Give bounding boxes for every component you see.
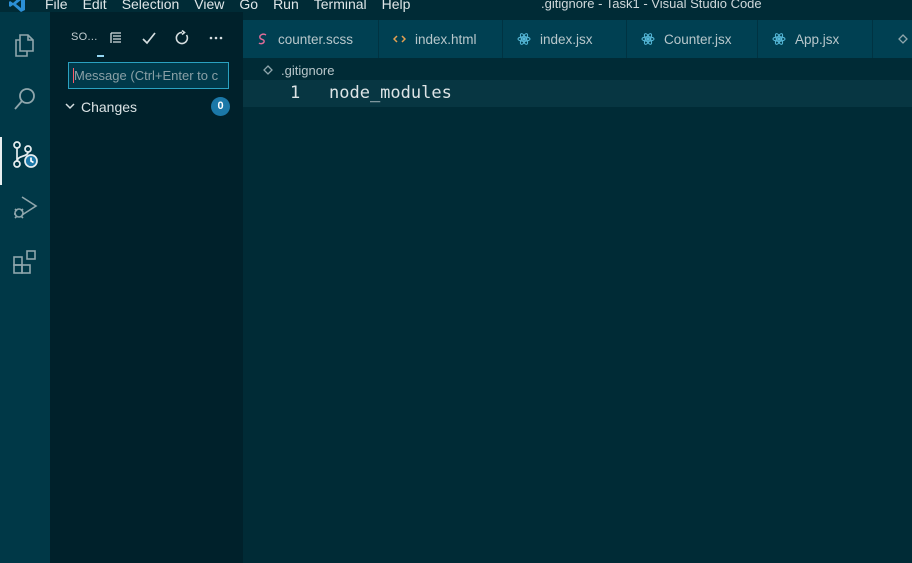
tab-index-html[interactable]: index.html: [379, 20, 503, 58]
code-editor[interactable]: 1 node_modules: [243, 80, 912, 563]
tab-label: App.jsx: [795, 31, 840, 47]
activity-extensions[interactable]: [0, 242, 50, 282]
menu-go[interactable]: Go: [239, 0, 258, 12]
commit-button[interactable]: [138, 27, 160, 49]
extensions-icon: [13, 250, 36, 274]
view-as-tree-button[interactable]: [105, 27, 127, 49]
current-line-highlight: 1 node_modules: [243, 80, 912, 107]
ellipsis-icon: [209, 36, 223, 40]
tab-label: index.html: [415, 31, 477, 47]
changes-label: Changes: [81, 99, 138, 115]
refresh-button[interactable]: [171, 27, 193, 49]
activity-run-debug[interactable]: [0, 187, 50, 227]
menu-edit[interactable]: Edit: [83, 0, 107, 12]
gitignore-file-icon: [263, 65, 273, 75]
react-icon: [517, 33, 531, 45]
changes-count-badge: 0: [211, 97, 230, 116]
more-actions-button[interactable]: [205, 27, 227, 49]
menu-run[interactable]: Run: [273, 0, 299, 12]
code-line[interactable]: node_modules: [329, 83, 452, 103]
commit-message-input[interactable]: Message (Ctrl+Enter to c: [68, 62, 229, 89]
panel-title: SO...: [71, 31, 98, 43]
menu-terminal[interactable]: Terminal: [314, 0, 367, 12]
focus-indicator: [97, 55, 104, 57]
commit-message-placeholder: Message (Ctrl+Enter to c: [74, 68, 219, 83]
explorer-icon: [15, 34, 34, 57]
title-bar: File Edit Selection View Go Run Terminal…: [0, 0, 912, 12]
html-icon: [393, 35, 406, 43]
editor-tabs: counter.scss index.html index.jsx Counte…: [243, 20, 912, 58]
source-control-icon: [13, 141, 38, 168]
activity-search[interactable]: [0, 79, 50, 119]
tab-label: Counter.jsx: [664, 31, 732, 47]
breadcrumb[interactable]: .gitignore: [263, 61, 334, 79]
panel-header: SO...: [50, 26, 243, 57]
tab-counter-jsx[interactable]: Counter.jsx: [627, 20, 758, 58]
list-tree-icon: [110, 32, 121, 43]
tab-overflow[interactable]: [894, 20, 912, 58]
activity-explorer[interactable]: [0, 25, 50, 65]
activity-bar: [0, 12, 50, 563]
menu-bar: File Edit Selection View Go Run Terminal…: [45, 0, 425, 12]
breadcrumb-file: .gitignore: [281, 62, 335, 78]
run-debug-icon: [14, 196, 38, 219]
activity-source-control[interactable]: [0, 135, 50, 185]
menu-file[interactable]: File: [45, 0, 68, 12]
line-number: 1: [290, 83, 301, 103]
vscode-logo-icon: [9, 0, 25, 12]
react-icon: [772, 33, 786, 45]
source-control-panel: SO... Message (Ctrl+Enter to c Changes 0: [50, 12, 243, 563]
window-title: .gitignore - Task1 - Visual Studio Code: [541, 0, 762, 11]
changes-section-header[interactable]: Changes 0: [50, 96, 243, 118]
tab-index-jsx[interactable]: index.jsx: [503, 20, 627, 58]
text-caret: [73, 68, 74, 83]
menu-selection[interactable]: Selection: [122, 0, 180, 12]
menu-help[interactable]: Help: [382, 0, 411, 12]
menu-view[interactable]: View: [194, 0, 224, 12]
diamond-icon: [898, 34, 908, 44]
tab-label: index.jsx: [540, 31, 593, 47]
react-icon: [641, 33, 655, 45]
tab-label: counter.scss: [278, 31, 354, 47]
refresh-icon: [175, 30, 189, 45]
chevron-down-icon: [65, 103, 75, 110]
scss-icon: [258, 33, 267, 45]
check-icon: [142, 32, 156, 45]
search-icon: [14, 88, 35, 110]
tab-counter-scss[interactable]: counter.scss: [243, 20, 379, 58]
tab-app-jsx[interactable]: App.jsx: [758, 20, 873, 58]
